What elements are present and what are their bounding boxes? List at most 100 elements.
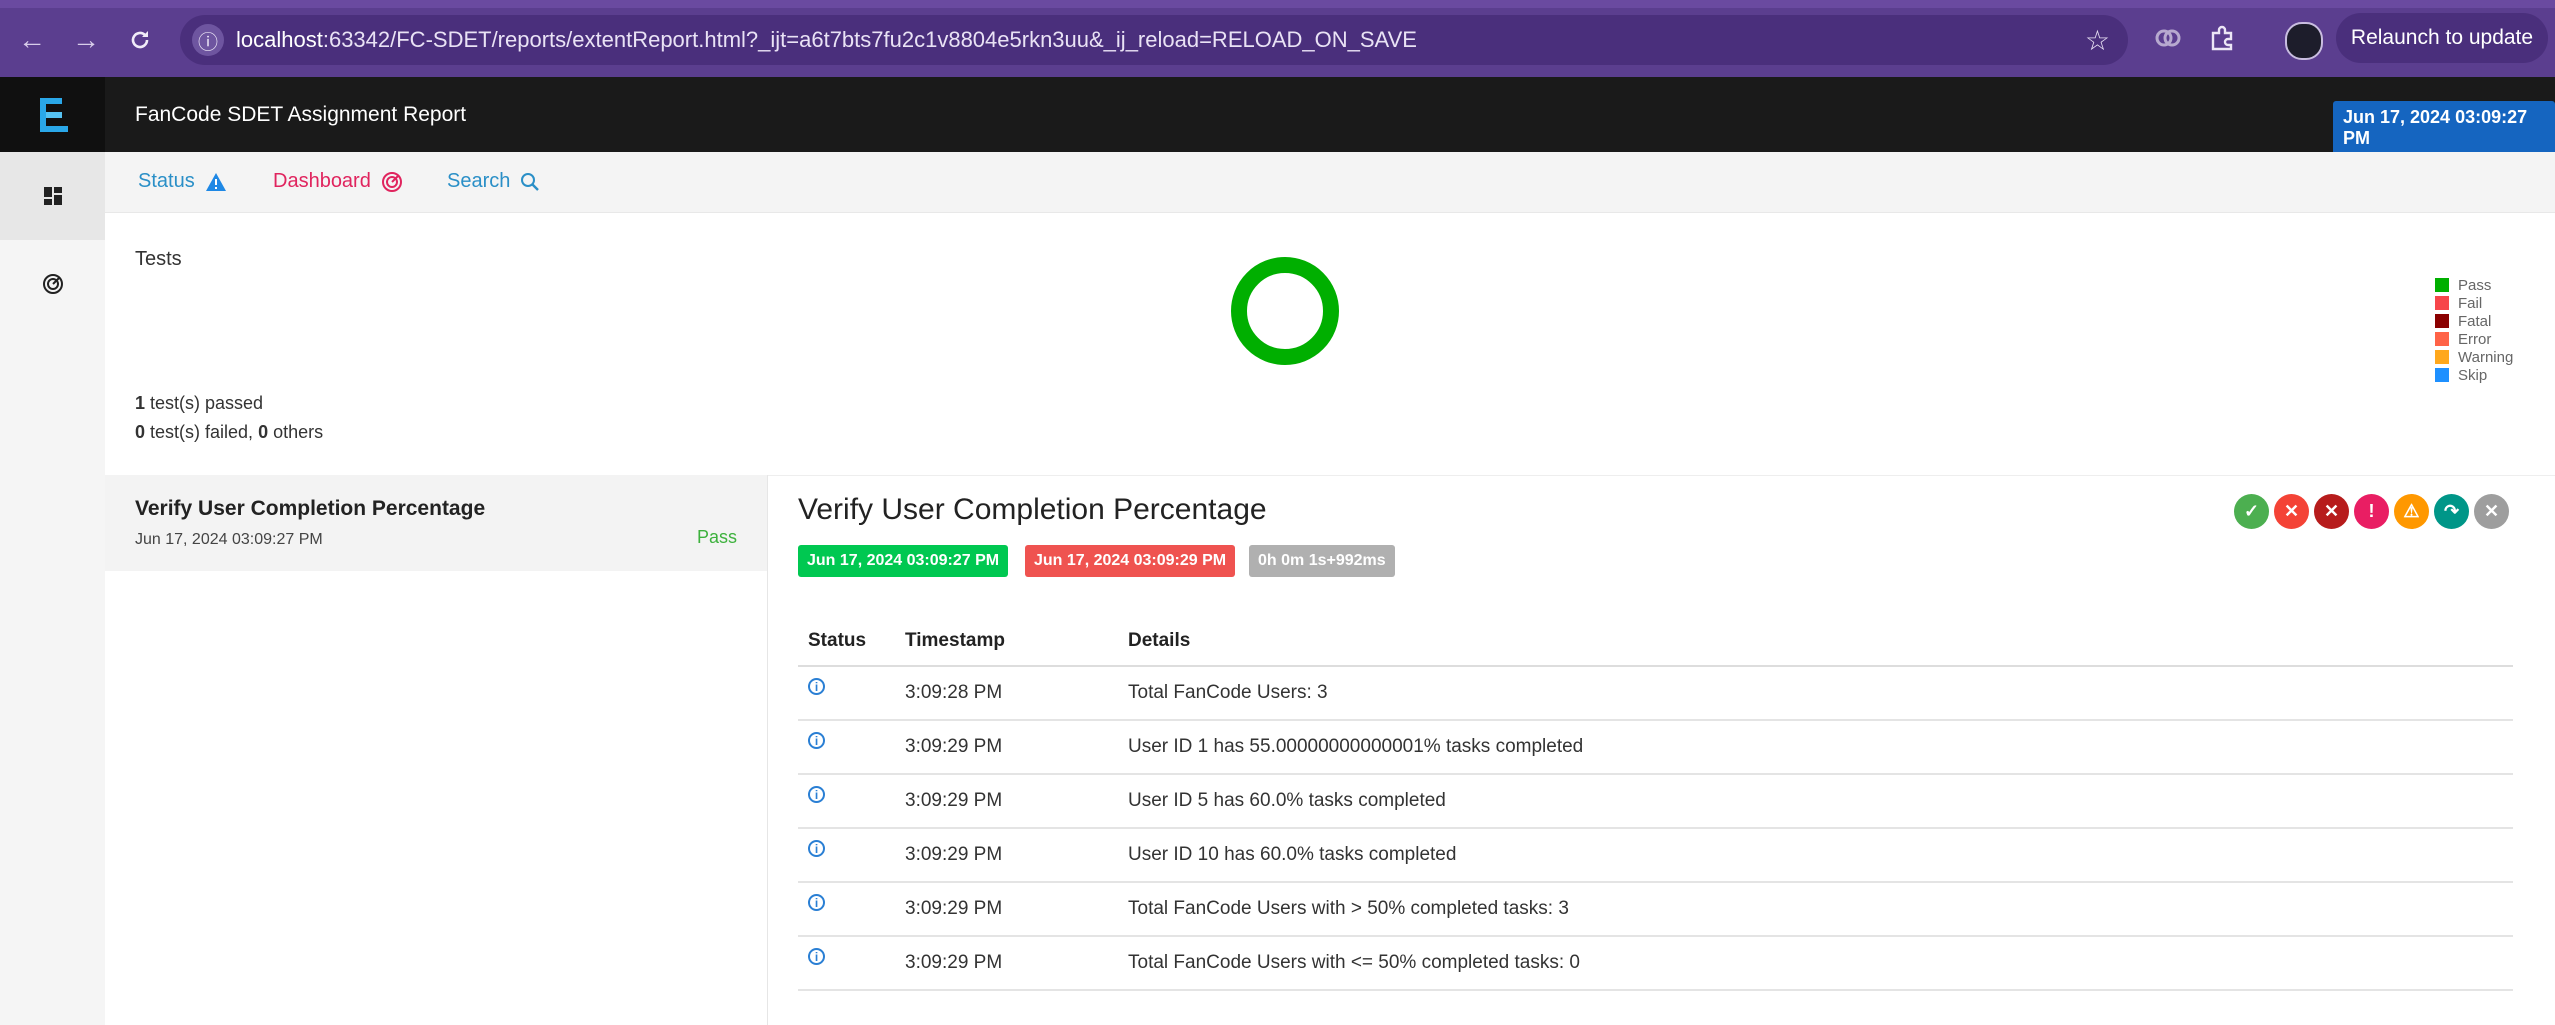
column-details: Details: [1118, 617, 2513, 667]
legend-label: Fatal: [2458, 312, 2492, 330]
test-detail-panel: Verify User Completion Percentage Jun 17…: [768, 475, 2555, 1025]
log-details: User ID 10 has 60.0% tasks completed: [1118, 828, 2513, 883]
reload-icon[interactable]: [118, 18, 162, 62]
legend-swatch: [2435, 314, 2449, 328]
browser-toolbar: ← → ⓘ localhost:63342/FC-SDET/reports/ex…: [0, 0, 2555, 77]
log-timestamp: 3:09:28 PM: [895, 666, 1118, 721]
failed-summary: 0 test(s) failed, 0 others: [135, 422, 323, 443]
tests-donut-chart: [1231, 257, 1339, 365]
pass-icon[interactable]: ✓: [2234, 494, 2269, 529]
legend-label: Pass: [2458, 276, 2492, 294]
start-time-badge: Jun 17, 2024 03:09:27 PM: [798, 545, 1009, 577]
log-status: i: [798, 882, 895, 937]
log-row: i 3:09:29 PM Total FanCode Users with <=…: [798, 936, 2513, 991]
info-icon: i: [808, 894, 825, 912]
info-icon: i: [808, 678, 825, 696]
legend-label: Skip: [2458, 366, 2488, 384]
clear-icon[interactable]: ✕: [2474, 494, 2509, 529]
search-label: Search: [447, 170, 511, 192]
search-link[interactable]: Search: [447, 170, 540, 193]
info-icon: i: [808, 840, 825, 858]
warning-icon: [205, 172, 226, 191]
url-path: :63342/FC-SDET/reports/extentReport.html…: [322, 27, 1417, 52]
back-icon[interactable]: ←: [10, 18, 54, 62]
profile-icon[interactable]: [2285, 22, 2323, 60]
url-text[interactable]: localhost:63342/FC-SDET/reports/extentRe…: [236, 27, 1417, 53]
report-title: FanCode SDET Assignment Report: [135, 103, 467, 126]
legend-item-skip: Skip: [2435, 366, 2513, 384]
legend-swatch: [2435, 350, 2449, 364]
test-name: Verify User Completion Percentage: [135, 497, 486, 520]
info-icon: i: [808, 948, 825, 966]
legend-item-fatal: Fatal: [2435, 312, 2513, 330]
star-icon[interactable]: ☆: [2085, 24, 2110, 57]
log-table: Status Timestamp Details i 3:09:28 PM To…: [798, 617, 2513, 991]
side-nav: [0, 152, 106, 1025]
forward-icon[interactable]: →: [64, 18, 108, 62]
dashboard-target-icon: [381, 171, 402, 192]
tests-summary-card: Tests 1 test(s) passed 0 test(s) failed,…: [105, 213, 2555, 476]
passed-summary: 1 test(s) passed: [135, 393, 263, 414]
legend-item-fail: Fail: [2435, 294, 2513, 312]
log-row: i 3:09:29 PM Total FanCode Users with > …: [798, 882, 2513, 937]
legend-swatch: [2435, 368, 2449, 382]
column-status: Status: [798, 617, 895, 667]
log-details: Total FanCode Users with > 50% completed…: [1118, 882, 2513, 937]
log-status: i: [798, 666, 895, 721]
log-status: i: [798, 936, 895, 991]
info-icon: i: [808, 732, 825, 750]
dashboard-grid-icon: [43, 187, 62, 205]
skip-icon[interactable]: ↷: [2434, 494, 2469, 529]
legend-label: Warning: [2458, 348, 2514, 366]
log-row: i 3:09:29 PM User ID 10 has 60.0% tasks …: [798, 828, 2513, 883]
status-filter-icons: ✓ ✕ ✕ ! ⚠ ↷ ✕: [2234, 494, 2509, 529]
dashboard-link[interactable]: Dashboard: [273, 170, 403, 193]
url-host: localhost: [236, 27, 323, 52]
duration-badge: 0h 0m 1s+992ms: [1249, 545, 1395, 577]
info-icon: i: [808, 786, 825, 804]
others-text: others: [268, 422, 324, 442]
extension-icon[interactable]: [2148, 18, 2188, 58]
legend-label: Error: [2458, 330, 2492, 348]
logo-icon: [39, 97, 68, 132]
relaunch-button[interactable]: Relaunch to update: [2336, 13, 2548, 63]
fatal-icon[interactable]: ✕: [2314, 494, 2349, 529]
status-label: Status: [138, 170, 195, 192]
site-info-icon[interactable]: ⓘ: [192, 24, 224, 56]
log-timestamp: 3:09:29 PM: [895, 936, 1118, 991]
sidenav-tests[interactable]: [0, 152, 105, 240]
legend-swatch: [2435, 278, 2449, 292]
sidenav-dashboard[interactable]: [0, 240, 105, 328]
column-timestamp: Timestamp: [895, 617, 1118, 667]
log-details: Total FanCode Users with <= 50% complete…: [1118, 936, 2513, 991]
legend-item-error: Error: [2435, 330, 2513, 348]
fail-icon[interactable]: ✕: [2274, 494, 2309, 529]
log-timestamp: 3:09:29 PM: [895, 774, 1118, 829]
others-count: 0: [258, 422, 269, 442]
log-details: User ID 1 has 55.00000000000001% tasks c…: [1118, 720, 2513, 775]
test-list: Verify User Completion Percentage Jun 17…: [105, 475, 768, 1025]
logo[interactable]: [0, 77, 105, 152]
log-details: Total FanCode Users: 3: [1118, 666, 2513, 721]
error-icon[interactable]: !: [2354, 494, 2389, 529]
legend-label: Fail: [2458, 294, 2483, 312]
legend-item-pass: Pass: [2435, 276, 2513, 294]
test-status: Pass: [696, 527, 737, 547]
test-time: Jun 17, 2024 03:09:27 PM: [135, 531, 323, 548]
log-status: i: [798, 720, 895, 775]
log-status: i: [798, 828, 895, 883]
log-row: i 3:09:29 PM User ID 1 has 55.0000000000…: [798, 720, 2513, 775]
detail-title: Verify User Completion Percentage: [798, 493, 1267, 526]
status-filter-link[interactable]: Status: [138, 170, 227, 193]
log-timestamp: 3:09:29 PM: [895, 882, 1118, 937]
chart-legend: Pass Fail Fatal Error Warning Skip: [2435, 276, 2513, 384]
passed-count: 1: [135, 393, 146, 413]
log-timestamp: 3:09:29 PM: [895, 828, 1118, 883]
puzzle-icon[interactable]: [2202, 18, 2242, 58]
address-bar[interactable]: ⓘ localhost:63342/FC-SDET/reports/extent…: [180, 15, 2128, 65]
warning-icon[interactable]: ⚠: [2394, 494, 2429, 529]
test-list-item[interactable]: Verify User Completion Percentage Jun 17…: [105, 475, 767, 571]
dashboard-label: Dashboard: [273, 170, 371, 192]
log-status: i: [798, 774, 895, 829]
search-icon: [521, 172, 540, 191]
